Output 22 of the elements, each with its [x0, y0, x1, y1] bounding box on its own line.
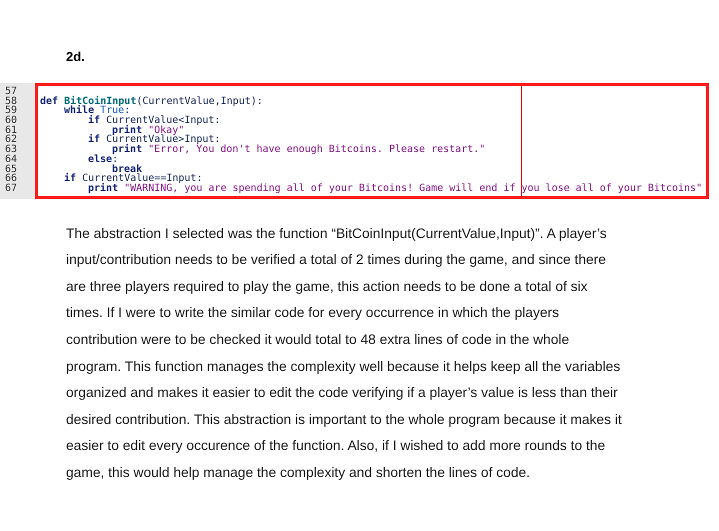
code-line: print "WARNING, you are spending all of your Bitcoins! Game will end if you lose all of your Bitcoins": [88, 184, 704, 194]
paragraph: The abstraction I selected was the function “BitCoinInput(CurrentValue,Input)”. A player’s input/contribution needs to be verified a total of 2 times during the game, and since there are three players required to play the game, this action needs to be done a total of six times. If I were to write the similar code for every occurrence in which the players contribution were to be checked it would total to 48 extra lines of code in the whole program. This function manages the complexity well because it helps keep all the variables organized and makes it easier to edit the code verifying if a player’s value is less than their desired contribution. This abstraction is important to the whole program because it makes it easier to edit every occurence of the function. Also, if I wished to add more rounds to the game, this would help manage the complexity and shorten the lines of code.: [66, 224, 623, 482]
line-number: 57: [5, 87, 18, 97]
line-number: 58: [5, 96, 18, 106]
code-line: print "Error, You don't have enough Bitcoins. Please restart.": [112, 145, 486, 155]
code-line: print "Okay": [112, 126, 184, 136]
line-number: 65: [5, 164, 18, 174]
line-number: 59: [5, 106, 18, 116]
line-number: 62: [5, 135, 18, 146]
line-number: 67: [5, 184, 18, 194]
code-line: if CurrentValue>Input:: [87, 135, 221, 146]
line-number: 66: [5, 174, 18, 184]
line-number: 63: [5, 145, 18, 155]
code-line: def BitCoinInput(CurrentValue,Input):: [40, 96, 264, 106]
line-number: 64: [5, 154, 18, 164]
line-number: 60: [5, 116, 18, 126]
code-line: if CurrentValue<Input:: [87, 116, 222, 126]
code-line: break: [112, 164, 142, 174]
code-line: else:: [87, 154, 118, 164]
section-heading: 2d.: [66, 49, 85, 64]
line-number: 61: [5, 126, 18, 136]
code-line: if CurrentValue==Input:: [63, 174, 204, 184]
